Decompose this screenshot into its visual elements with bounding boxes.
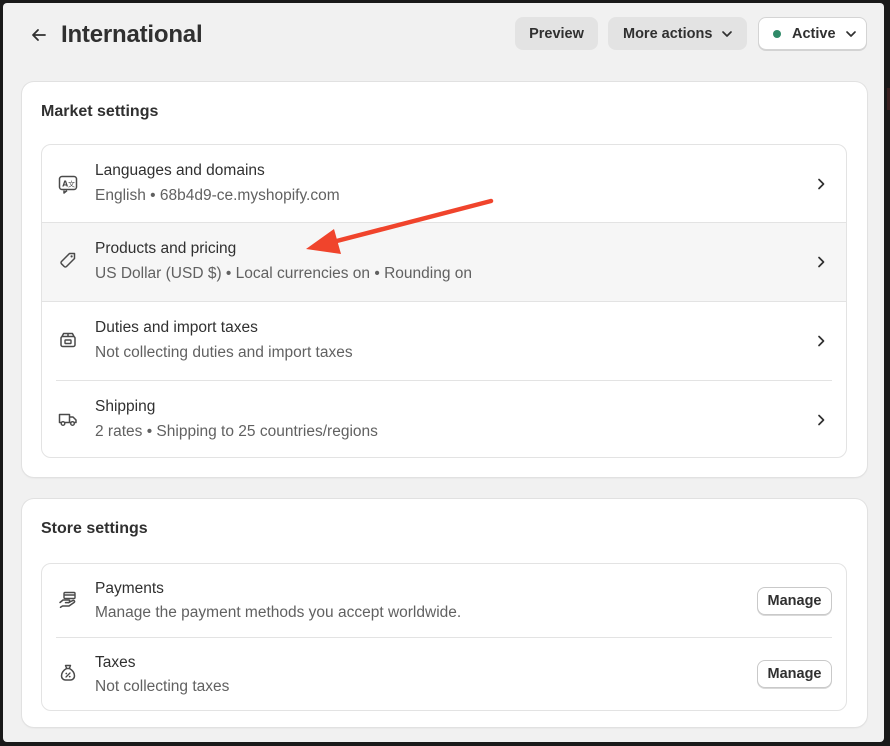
row-shipping[interactable]: Shipping 2 rates • Shipping to 25 countr… [42, 381, 846, 457]
page-header: International Preview More actions Activ… [3, 3, 884, 69]
row-title: Taxes [95, 654, 136, 671]
store-settings-card: Store settings Payments Manage the payme… [22, 499, 867, 727]
row-title: Duties and import taxes [95, 319, 258, 336]
store-settings-title: Store settings [41, 520, 148, 537]
payment-hand-icon [56, 588, 80, 612]
chevron-right-icon [818, 335, 825, 347]
more-actions-button[interactable]: More actions [608, 17, 747, 50]
arrow-left-icon [32, 29, 46, 41]
market-settings-list: A 文 Languages and domains English • 68b4… [41, 144, 847, 458]
tax-bag-icon [56, 661, 80, 685]
chevron-right-icon [818, 256, 825, 268]
svg-text:文: 文 [68, 179, 75, 188]
package-icon [56, 328, 80, 352]
row-payments: Payments Manage the payment methods you … [42, 564, 846, 637]
row-duties-and-import-taxes[interactable]: Duties and import taxes Not collecting d… [42, 302, 846, 380]
row-taxes: Taxes Not collecting taxes Manage [42, 638, 846, 710]
chevron-right-icon [818, 178, 825, 190]
chevron-down-icon [845, 30, 856, 37]
app-window: International Preview More actions Activ… [3, 3, 884, 742]
store-settings-list: Payments Manage the payment methods you … [41, 563, 847, 711]
row-title: Shipping [95, 398, 156, 415]
manage-taxes-button[interactable]: Manage [757, 660, 832, 688]
row-subtitle: 2 rates • Shipping to 25 countries/regio… [95, 423, 378, 440]
row-subtitle: US Dollar (USD $) • Local currencies on … [95, 265, 472, 282]
chevron-down-icon [722, 30, 733, 37]
row-languages-and-domains[interactable]: A 文 Languages and domains English • 68b4… [42, 145, 846, 223]
row-title: Products and pricing [95, 240, 237, 257]
preview-button[interactable]: Preview [515, 17, 598, 50]
more-actions-label: More actions [623, 25, 713, 42]
tag-icon [56, 249, 80, 273]
row-title: Languages and domains [95, 162, 265, 179]
status-dot [773, 29, 781, 38]
back-button[interactable] [25, 19, 53, 51]
row-subtitle: English • 68b4d9-ce.myshopify.com [95, 187, 340, 204]
row-subtitle: Manage the payment methods you accept wo… [95, 604, 462, 621]
market-settings-card: Market settings A 文 Languages and domain… [22, 82, 867, 477]
row-title: Payments [95, 580, 164, 597]
translate-icon: A 文 [56, 172, 80, 196]
row-products-and-pricing[interactable]: Products and pricing US Dollar (USD $) •… [42, 223, 846, 301]
chevron-right-icon [818, 414, 825, 426]
preview-button-label: Preview [529, 25, 584, 42]
status-dropdown[interactable]: Active [758, 17, 867, 50]
status-label: Active [792, 25, 836, 42]
truck-icon [56, 407, 80, 431]
row-subtitle: Not collecting duties and import taxes [95, 344, 353, 361]
market-settings-title: Market settings [41, 103, 159, 120]
manage-payments-button[interactable]: Manage [757, 587, 832, 615]
page-title: International [61, 21, 203, 48]
row-subtitle: Not collecting taxes [95, 678, 230, 695]
